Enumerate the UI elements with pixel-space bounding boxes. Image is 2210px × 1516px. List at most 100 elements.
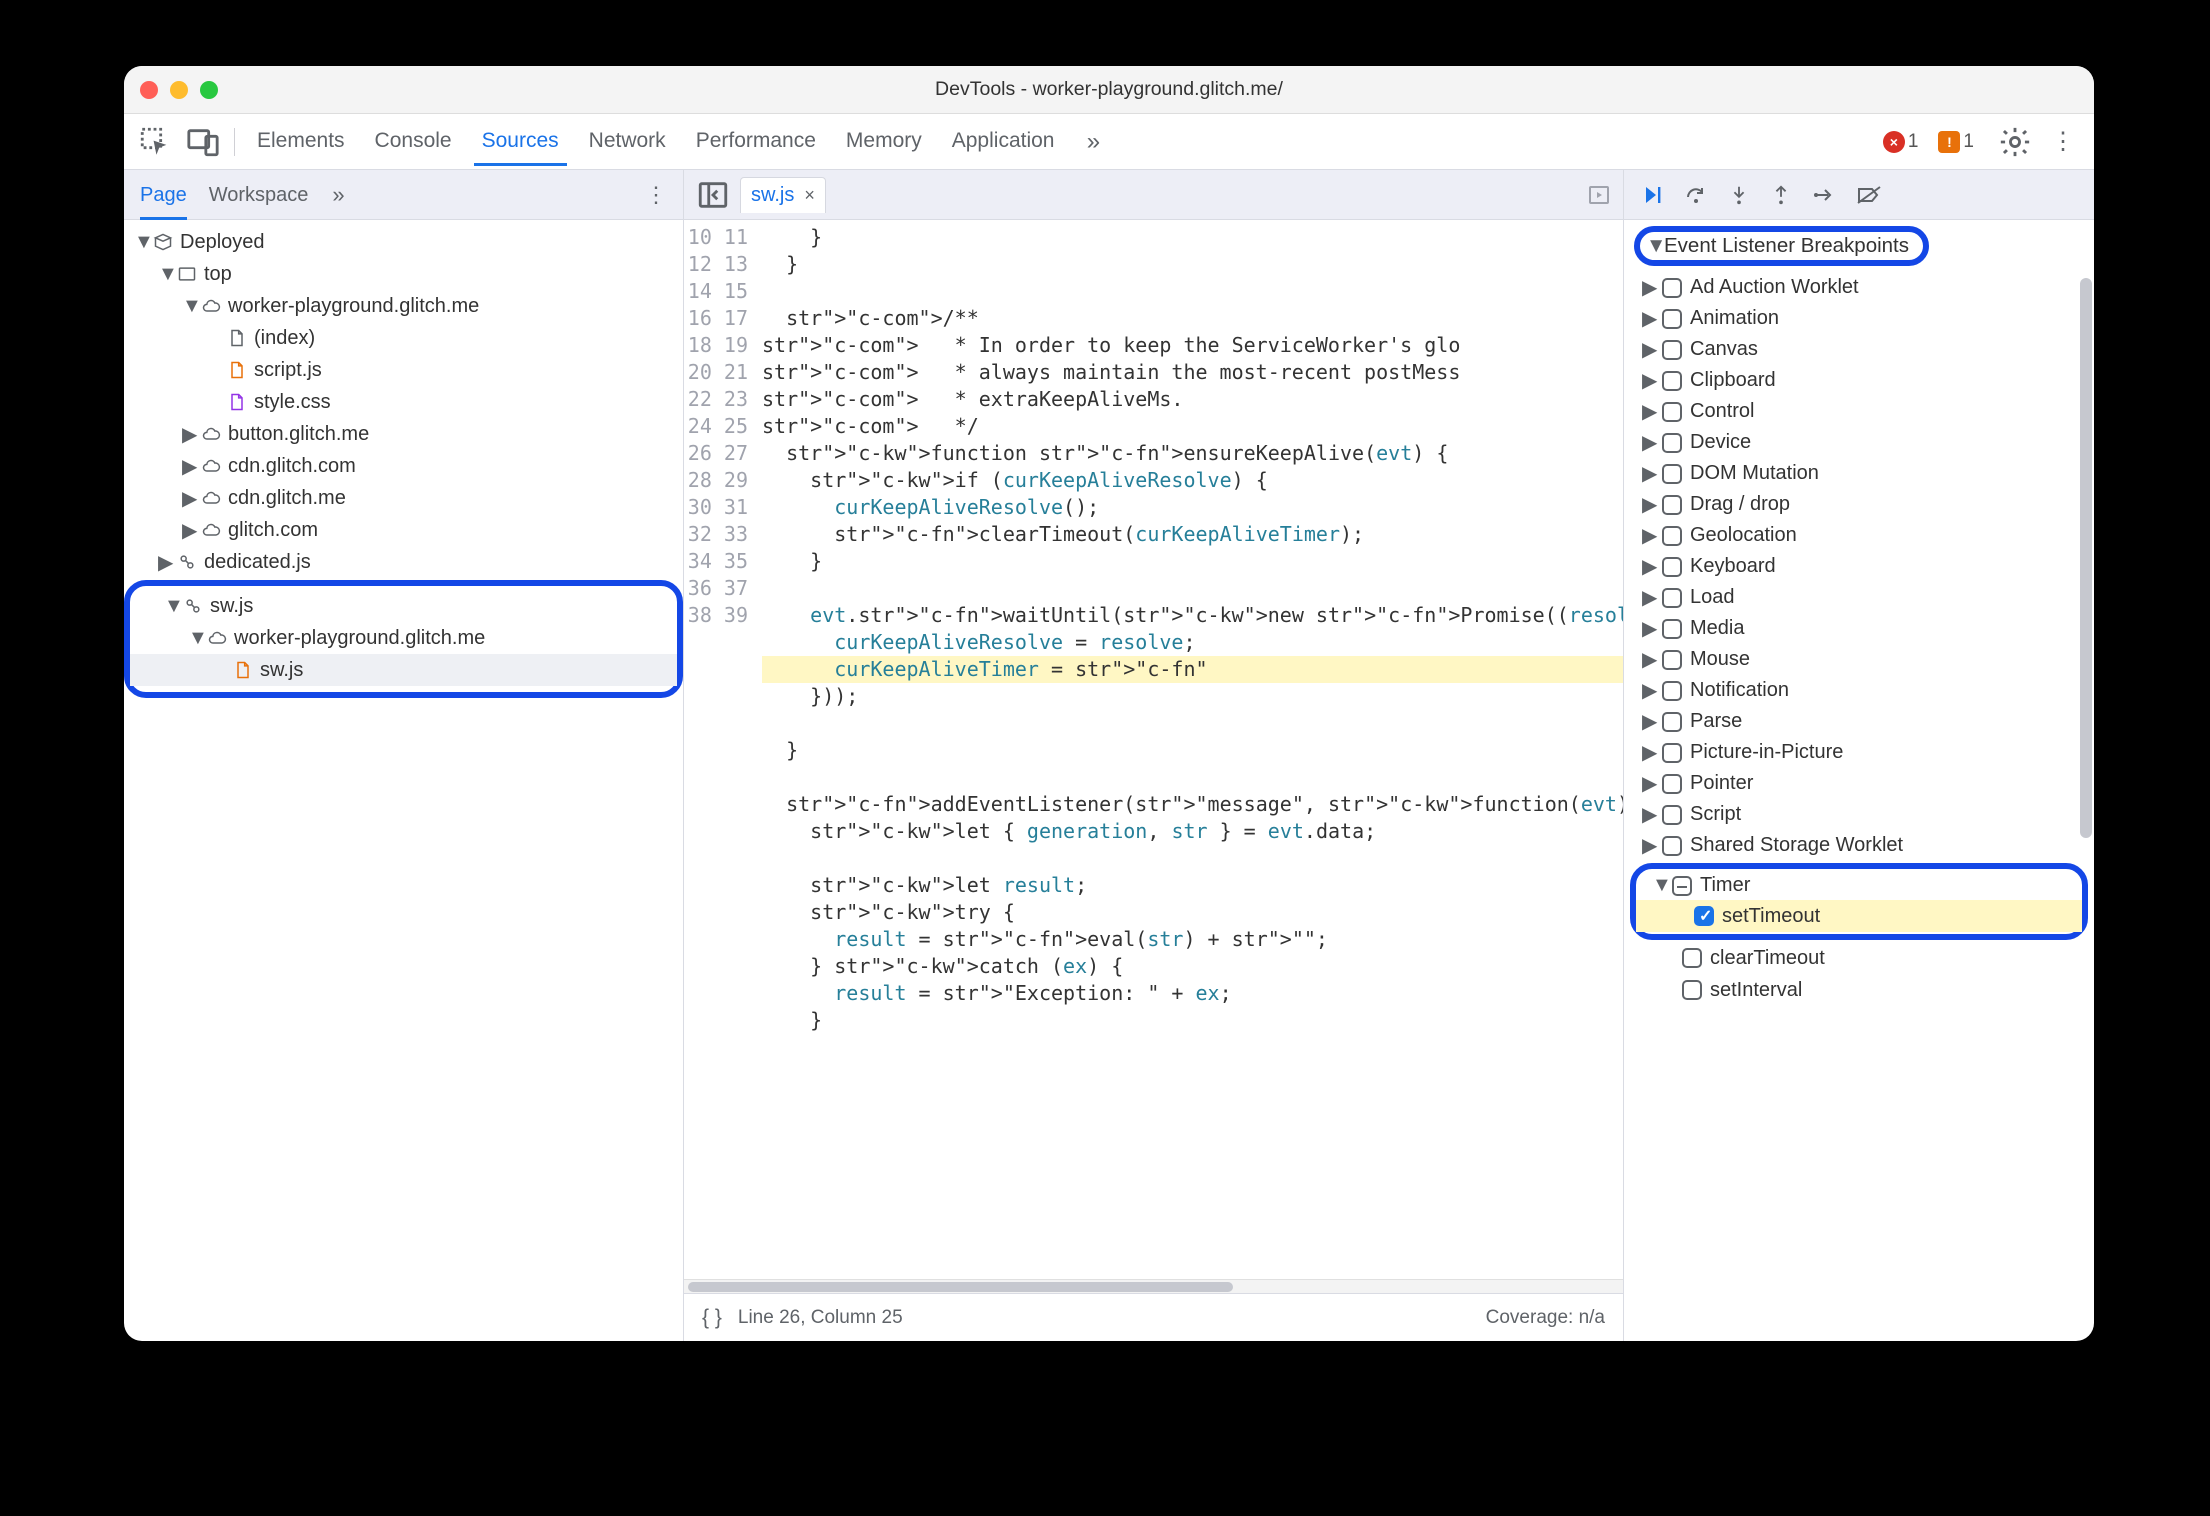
checkbox-off[interactable]	[1662, 464, 1682, 484]
close-tab-icon[interactable]: ×	[804, 185, 815, 206]
horizontal-scrollbar[interactable]	[684, 1279, 1623, 1293]
tree-origin[interactable]: ▼worker-playground.glitch.me	[124, 290, 683, 322]
code-area[interactable]: } } str">"c-com">/** str">"c-com"> * In …	[762, 220, 1623, 1279]
tree-file[interactable]: sw.js	[130, 654, 677, 686]
vertical-scrollbar[interactable]	[2080, 260, 2092, 1335]
page-tabs-kebab-icon[interactable]: ⋮	[645, 182, 667, 208]
category-row[interactable]: ▶Media	[1626, 613, 2094, 644]
page-tabs-more-icon[interactable]: »	[332, 182, 344, 208]
file-tab-swjs[interactable]: sw.js×	[740, 177, 826, 213]
step-out-icon[interactable]	[1770, 183, 1792, 207]
tree-file[interactable]: (index)	[124, 322, 683, 354]
tree-file[interactable]: style.css	[124, 386, 683, 418]
checkbox-off[interactable]	[1662, 712, 1682, 732]
tab-sources[interactable]: Sources	[474, 117, 567, 166]
page-tab-workspace[interactable]: Workspace	[209, 170, 309, 220]
checkbox-off[interactable]	[1662, 619, 1682, 639]
checkbox-off[interactable]	[1662, 340, 1682, 360]
tree-origin[interactable]: ▼worker-playground.glitch.me	[130, 622, 677, 654]
tree-origin[interactable]: ▶button.glitch.me	[124, 418, 683, 450]
tab-application[interactable]: Application	[944, 117, 1063, 166]
line-gutter[interactable]: 10 11 12 13 14 15 16 17 18 19 20 21 22 2…	[684, 220, 762, 1279]
checkbox-off[interactable]	[1662, 805, 1682, 825]
category-row[interactable]: ▶Script	[1626, 799, 2094, 830]
tab-elements[interactable]: Elements	[249, 117, 353, 166]
maximize-window-button[interactable]	[200, 81, 218, 99]
deactivate-breakpoints-icon[interactable]	[1856, 183, 1882, 207]
checkbox-off[interactable]	[1662, 371, 1682, 391]
code-editor[interactable]: 10 11 12 13 14 15 16 17 18 19 20 21 22 2…	[684, 220, 1623, 1279]
tree-worker[interactable]: ▼sw.js	[130, 590, 677, 622]
checkbox-off[interactable]	[1662, 588, 1682, 608]
timer-cleartimeout[interactable]: clearTimeout	[1624, 942, 2094, 974]
checkbox-off[interactable]	[1662, 557, 1682, 577]
tab-performance[interactable]: Performance	[688, 117, 824, 166]
close-window-button[interactable]	[140, 81, 158, 99]
category-row[interactable]: ▶Canvas	[1626, 334, 2094, 365]
tab-network[interactable]: Network	[581, 117, 674, 166]
minimize-window-button[interactable]	[170, 81, 188, 99]
kebab-menu-icon[interactable]: ⋮	[2046, 125, 2080, 159]
tree-origin[interactable]: ▶cdn.glitch.com	[124, 450, 683, 482]
category-timer[interactable]: ▼Timer	[1636, 871, 2082, 900]
checkbox-off[interactable]	[1662, 433, 1682, 453]
tree-top[interactable]: ▼top	[124, 258, 683, 290]
more-tabs-icon[interactable]: »	[1076, 125, 1110, 159]
page-tab-page[interactable]: Page	[140, 170, 187, 220]
checkbox-off[interactable]	[1662, 681, 1682, 701]
checkbox-off[interactable]	[1682, 948, 1702, 968]
checkbox-off[interactable]	[1662, 774, 1682, 794]
category-row[interactable]: ▶DOM Mutation	[1626, 458, 2094, 489]
timer-settimeout[interactable]: setTimeout	[1636, 900, 2082, 932]
checkbox-off[interactable]	[1662, 526, 1682, 546]
category-row[interactable]: ▶Ad Auction Worklet	[1626, 272, 2094, 303]
category-row[interactable]: ▶Animation	[1626, 303, 2094, 334]
checkbox-mixed[interactable]	[1672, 876, 1692, 896]
checkbox-on[interactable]	[1694, 906, 1714, 926]
warnings-badge[interactable]: !1	[1938, 131, 1974, 153]
category-row[interactable]: ▶Pointer	[1626, 768, 2094, 799]
tree-worker[interactable]: ▶dedicated.js	[124, 546, 683, 578]
scrollbar-thumb[interactable]	[2080, 278, 2092, 838]
resume-icon[interactable]	[1640, 183, 1664, 207]
run-snippet-icon[interactable]	[1587, 183, 1611, 207]
category-row[interactable]: ▶Device	[1626, 427, 2094, 458]
timer-setinterval[interactable]: setInterval	[1624, 974, 2094, 1006]
step-icon[interactable]	[1812, 183, 1836, 207]
category-row[interactable]: ▶Parse	[1626, 706, 2094, 737]
category-row[interactable]: ▶Load	[1626, 582, 2094, 613]
category-row[interactable]: ▶Clipboard	[1626, 365, 2094, 396]
checkbox-off[interactable]	[1662, 278, 1682, 298]
inspect-icon[interactable]	[138, 125, 172, 159]
category-row[interactable]: ▶Keyboard	[1626, 551, 2094, 582]
event-listener-breakpoints-header[interactable]: ▼Event Listener Breakpoints	[1624, 220, 2094, 272]
device-toolbar-icon[interactable]	[186, 125, 220, 159]
checkbox-off[interactable]	[1662, 836, 1682, 856]
category-row[interactable]: ▶Control	[1626, 396, 2094, 427]
toggle-navigator-icon[interactable]	[696, 178, 730, 212]
checkbox-off[interactable]	[1662, 495, 1682, 515]
tree-file[interactable]: script.js	[124, 354, 683, 386]
tab-memory[interactable]: Memory	[838, 117, 930, 166]
checkbox-off[interactable]	[1662, 402, 1682, 422]
tree-origin[interactable]: ▶cdn.glitch.me	[124, 482, 683, 514]
step-over-icon[interactable]	[1684, 183, 1708, 207]
tree-origin[interactable]: ▶glitch.com	[124, 514, 683, 546]
checkbox-off[interactable]	[1662, 650, 1682, 670]
checkbox-off[interactable]	[1682, 980, 1702, 1000]
category-row[interactable]: ▶Shared Storage Worklet	[1626, 830, 2094, 861]
category-row[interactable]: ▶Geolocation	[1626, 520, 2094, 551]
errors-badge[interactable]: ×1	[1883, 131, 1919, 153]
category-row[interactable]: ▶Picture-in-Picture	[1626, 737, 2094, 768]
checkbox-off[interactable]	[1662, 743, 1682, 763]
category-row[interactable]: ▶Mouse	[1626, 644, 2094, 675]
step-into-icon[interactable]	[1728, 183, 1750, 207]
checkbox-off[interactable]	[1662, 309, 1682, 329]
tab-console[interactable]: Console	[367, 117, 460, 166]
pretty-print-icon[interactable]: { }	[702, 1306, 722, 1330]
scrollbar-thumb[interactable]	[688, 1282, 1233, 1292]
settings-icon[interactable]	[1998, 125, 2032, 159]
tree-deployed[interactable]: ▼Deployed	[124, 226, 683, 258]
category-row[interactable]: ▶Drag / drop	[1626, 489, 2094, 520]
category-row[interactable]: ▶Notification	[1626, 675, 2094, 706]
